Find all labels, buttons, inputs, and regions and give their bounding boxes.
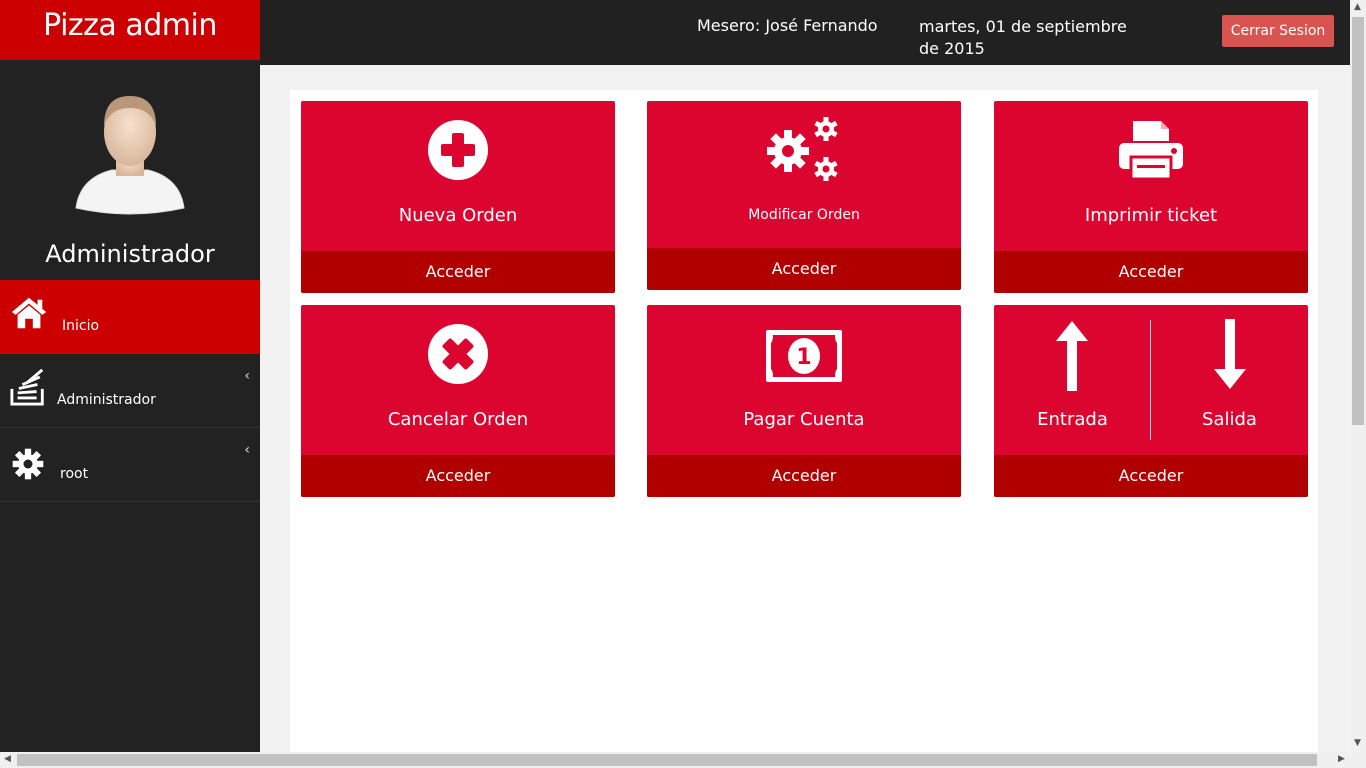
tile-title: Cancelar Orden [387,409,529,430]
acceder-button[interactable]: Acceder [994,251,1308,293]
printer-icon [1119,121,1183,181]
tile-cancelar-orden[interactable]: Cancelar Orden Acceder [301,305,615,497]
current-date: martes, 01 de septiembre de 2015 [919,17,1127,58]
horizontal-scrollbar[interactable]: ◀ ▶ [0,752,1366,768]
tile-title: Pagar Cuenta [743,409,865,430]
sidebar: Administrador Inicio Administrador ‹ roo… [0,60,260,752]
brand-title[interactable]: Pizza admin [0,0,260,60]
user-role: Administrador [45,240,215,268]
stack-icon [10,368,44,406]
tile-title: Modificar Orden [748,207,860,223]
horizontal-scroll-thumb[interactable] [17,754,1317,766]
top-bar: Pizza admin Mesero: José Fernando martes… [0,0,1350,65]
tile-title: Nueva Orden [398,205,518,226]
sidebar-item-administrador[interactable]: Administrador ‹ [0,354,260,428]
sidebar-item-inicio[interactable]: Inicio [0,280,260,354]
scroll-down-icon[interactable]: ▼ [1354,738,1361,748]
arrow-up-icon [1056,321,1088,391]
logout-button[interactable]: Cerrar Sesion [1222,15,1334,47]
acceder-button[interactable]: Acceder [301,455,615,497]
tile-entrada-salida[interactable]: Entrada Salida Acceder [994,305,1308,497]
sidebar-item-root[interactable]: root ‹ [0,428,260,502]
salida-label: Salida [1202,409,1257,430]
home-icon [11,297,47,329]
vertical-scrollbar[interactable]: ▲ ▼ [1350,0,1366,752]
x-circle-icon [428,324,488,384]
waiter-name: Mesero: José Fernando [697,16,878,35]
sidebar-menu: Inicio Administrador ‹ root ‹ [0,280,260,502]
tile-imprimir-ticket[interactable]: Imprimir ticket Acceder [994,101,1308,293]
svg-text:1: 1 [796,345,811,370]
tile-pagar-cuenta[interactable]: 1 Pagar Cuenta Acceder [647,305,961,497]
arrow-down-icon [1214,319,1246,389]
acceder-button[interactable]: Acceder [994,455,1308,497]
tile-modificar-orden[interactable]: Modificar Orden Acceder [647,101,961,290]
money-icon: 1 [766,330,842,382]
plus-circle-icon [428,120,488,180]
scroll-up-icon[interactable]: ▲ [1354,2,1361,12]
scroll-right-icon[interactable]: ▶ [1338,754,1345,764]
entrada-label: Entrada [1037,409,1108,430]
tile-nueva-orden[interactable]: Nueva Orden Acceder [301,101,615,293]
scroll-left-icon[interactable]: ◀ [4,754,11,764]
vertical-scroll-thumb[interactable] [1352,17,1364,425]
sidebar-item-label: Administrador [57,392,156,408]
dashboard-panel: Nueva Orden Acceder Modificar Orden Acce… [290,90,1318,752]
gear-icon [12,448,44,480]
chevron-left-icon: ‹ [244,442,250,458]
gears-icon [767,117,838,181]
sidebar-item-label: Inicio [62,318,100,334]
tile-title: Imprimir ticket [1084,205,1218,226]
user-avatar-icon [75,96,185,215]
acceder-button[interactable]: Acceder [647,248,961,290]
acceder-button[interactable]: Acceder [647,455,961,497]
chevron-left-icon: ‹ [244,368,250,384]
sidebar-item-label: root [60,466,89,482]
acceder-button[interactable]: Acceder [301,251,615,293]
